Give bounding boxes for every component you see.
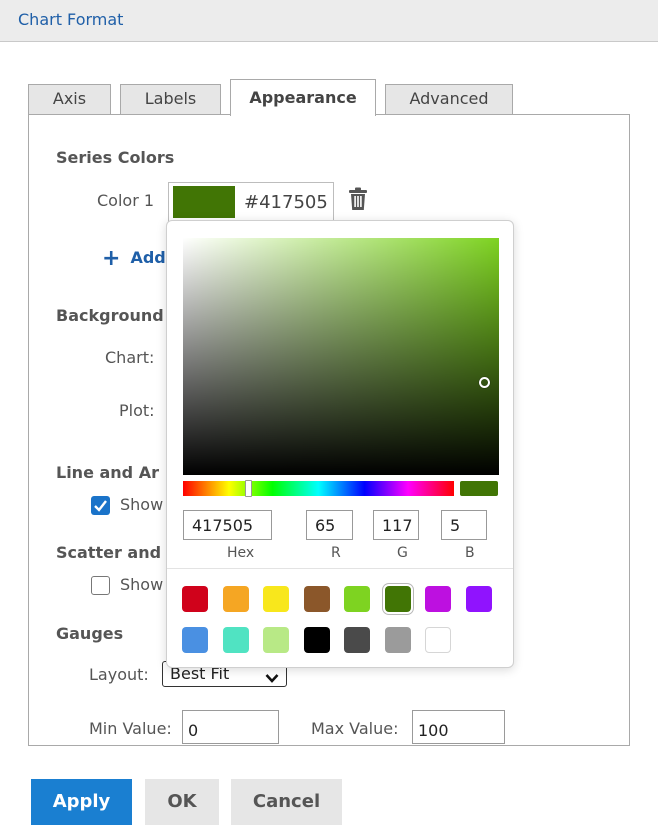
preset-swatch[interactable] [222,627,249,653]
plus-icon: + [102,246,121,271]
dialog-title: Chart Format [18,10,124,29]
line-area-show-label: Show [120,495,164,514]
preset-swatch[interactable] [182,627,208,653]
background-heading: Background [56,306,164,325]
chart-background-label: Chart: [105,348,155,367]
preset-swatch[interactable] [344,586,370,612]
hex-label: Hex [227,545,255,561]
hue-slider[interactable] [183,480,454,497]
saturation-value-area[interactable] [183,238,499,475]
scatter-heading: Scatter and [56,543,162,562]
line-area-heading: Line and Ar [56,463,159,482]
saturation-thumb[interactable] [479,377,490,388]
hex-input[interactable]: 417505 [183,510,272,540]
color-1-swatch [173,186,235,218]
max-value-input[interactable]: 100 [412,710,505,744]
dialog-header: Chart Format [0,0,658,42]
preset-swatch[interactable] [263,586,289,612]
r-input[interactable]: 65 [306,510,353,540]
color-preview [460,481,498,496]
tab-advanced[interactable]: Advanced [385,84,513,114]
preset-swatch[interactable] [182,586,208,612]
preset-swatch[interactable] [303,627,330,653]
cancel-button[interactable]: Cancel [231,779,342,825]
preset-swatch[interactable] [425,627,451,653]
scatter-show-label: Show [120,575,164,594]
preset-swatch[interactable] [222,586,249,612]
g-input[interactable]: 117 [373,510,419,540]
add-color-button[interactable]: + Add [102,246,166,271]
preset-swatch[interactable] [384,627,411,653]
check-icon [94,500,107,512]
picker-divider [167,568,513,569]
chevron-down-icon [265,668,279,687]
color-picker-popover: 417505 65 117 5 Hex R G B [166,220,514,668]
r-label: R [331,545,341,561]
trash-icon[interactable] [347,187,369,215]
line-area-show-checkbox[interactable] [91,496,110,515]
gauges-heading: Gauges [56,624,124,643]
gauge-layout-label: Layout: [89,665,149,684]
g-label: G [397,545,408,561]
scatter-show-checkbox[interactable] [91,576,110,595]
b-label: B [465,545,475,561]
tab-axis[interactable]: Axis [28,84,111,114]
add-color-label: Add [130,248,166,267]
preset-swatch[interactable] [384,586,411,612]
min-value-input[interactable]: 0 [182,710,279,744]
min-value-label: Min Value: [89,719,172,738]
tab-labels[interactable]: Labels [120,84,221,114]
preset-swatch[interactable] [344,627,370,653]
color-1-hex: #417505 [244,192,328,213]
max-value-label: Max Value: [311,719,399,738]
series-colors-heading: Series Colors [56,148,175,167]
ok-button[interactable]: OK [145,779,219,825]
color-1-label: Color 1 [97,191,155,210]
color-1-field[interactable]: #417505 [168,182,334,222]
apply-button[interactable]: Apply [31,779,132,825]
b-input[interactable]: 5 [441,510,487,540]
preset-swatch[interactable] [303,586,330,612]
preset-swatch[interactable] [465,586,492,612]
preset-swatch[interactable] [425,586,451,612]
hue-handle[interactable] [245,480,252,497]
preset-swatch[interactable] [263,627,289,653]
plot-background-label: Plot: [119,401,155,420]
tab-appearance[interactable]: Appearance [230,79,376,116]
